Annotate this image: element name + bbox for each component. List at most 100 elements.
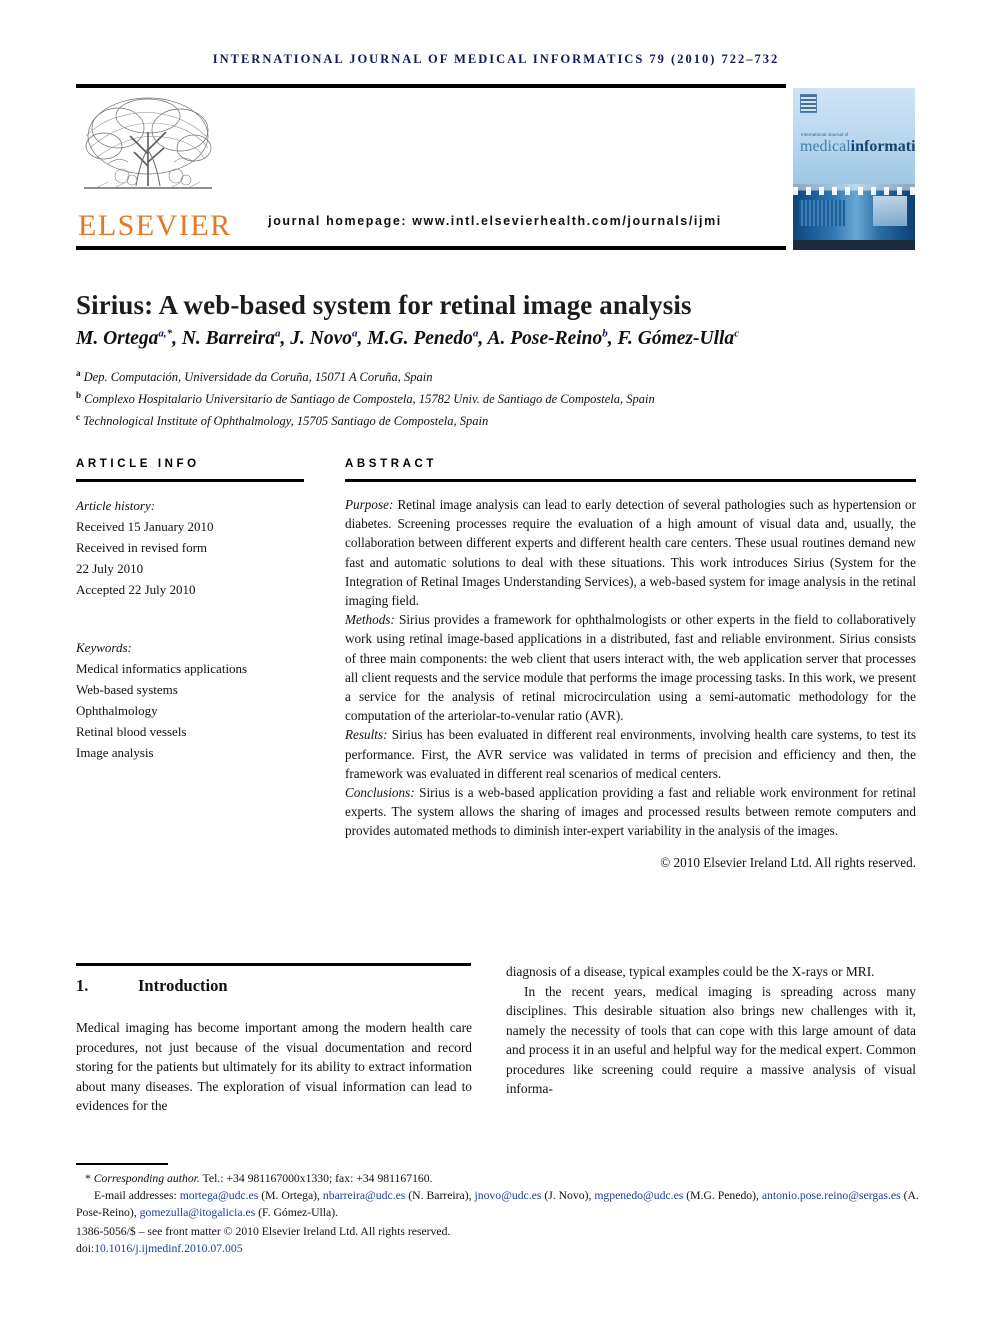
cover-light-strip [793,187,915,195]
body-column-right: diagnosis of a disease, typical examples… [506,962,916,1099]
cover-title: medicalinformatics [800,139,915,155]
affiliation-text: Technological Institute of Ophthalmology… [83,413,489,428]
masthead-top-rule [76,84,786,88]
email-link[interactable]: antonio.pose.reino@sergas.es [762,1189,901,1202]
article-history-item: Accepted 22 July 2010 [76,582,196,598]
masthead-bottom-rule [76,246,786,250]
email-link[interactable]: jnovo@udc.es [474,1189,541,1202]
corresponding-author-contact: Tel.: +34 981167000x1330; fax: +34 98116… [199,1172,433,1185]
affiliation-item: a Dep. Computación, Universidade da Coru… [76,366,926,388]
keyword-item: Image analysis [76,745,154,761]
abstract-purpose-text: Retinal image analysis can lead to early… [345,497,916,609]
affiliation-mark: b [76,389,82,400]
email-link[interactable]: gomezulla@itogalicia.es [140,1206,256,1219]
keywords-label: Keywords: [76,640,132,656]
cover-footer-band [793,240,915,250]
abstract-column: ABSTRACT Purpose: Retinal image analysis… [345,458,916,871]
abstract-purpose-label: Purpose: [345,497,394,512]
author-name: M.G. Penedo [367,328,473,349]
email-owner: (M. Ortega), [258,1189,323,1203]
author-affiliation-mark: c [734,327,740,340]
email-link[interactable]: mgpenedo@udc.es [594,1189,683,1202]
elsevier-tree-icon [78,92,218,210]
corresponding-author-label: Corresponding author. [93,1172,200,1185]
abstract-results-label: Results: [345,727,388,743]
author-name: M. Ortega [76,328,159,349]
section-number: 1. [76,976,89,995]
abstract-purpose: Purpose: Retinal image analysis can lead… [345,495,916,610]
journal-cover-thumbnail: International Journal of medicalinformat… [793,88,915,250]
doi-line: doi:10.1016/j.ijmedinf.2010.07.005 [76,1240,921,1257]
author-list: M. Ortegaa,*, N. Barreiraa, J. Novoa, M.… [76,327,740,350]
abstract-methods-text: Sirius provides a framework for ophthalm… [345,612,916,724]
journal-homepage-link[interactable]: journal homepage: www.intl.elsevierhealt… [215,214,775,228]
abstract-rule [345,479,916,482]
email-link[interactable]: nbarreira@udc.es [323,1189,405,1202]
article-history-item: Received 15 January 2010 [76,519,214,535]
author-name: J. Novo [290,328,353,349]
abstract-methods-label: Methods: [345,612,395,628]
email-addresses-note: E-mail addresses: mortega@udc.es (M. Ort… [76,1187,921,1221]
author-name: N. Barreira [181,328,276,349]
author-affiliation-mark: a [275,327,281,340]
abstract-heading: ABSTRACT [345,458,438,470]
email-owner: (F. Gómez-Ulla). [255,1206,339,1220]
page-title: Sirius: A web-based system for retinal i… [76,290,692,321]
keyword-item: Medical informatics applications [76,661,248,677]
author-affiliation-mark: a [352,327,358,340]
article-history: Article history: Received 15 January 201… [76,495,304,600]
keyword-item: Retinal blood vessels [76,724,187,740]
author-name: F. Gómez-Ulla [617,328,735,349]
cover-title-part1: medical [800,138,851,155]
email-link[interactable]: mortega@udc.es [180,1189,259,1202]
email-owner: (M.G. Penedo), [683,1189,762,1203]
abstract-conclusions-label: Conclusions: [345,785,415,801]
footnote-rule [76,1163,168,1165]
author-affiliation-mark: b [602,327,608,340]
issn-frontmatter-line: 1386-5056/$ – see front matter © 2010 El… [76,1224,451,1238]
article-info-rule [76,479,304,482]
author-name: A. Pose-Reino [487,328,603,349]
email-owner: (J. Novo), [541,1189,595,1203]
affiliation-item: b Complexo Hospitalario Universitario de… [76,388,926,410]
elsevier-wordmark: ELSEVIER [78,209,232,242]
cover-publisher-logo-icon [800,94,817,113]
abstract-copyright: © 2010 Elsevier Ireland Ltd. All rights … [660,854,916,870]
paper-page: International Journal of Medical Informa… [0,0,992,1323]
journal-masthead-title: International Journal of Medical Informa… [212,52,780,66]
cover-title-part2: informatics [850,138,915,155]
cover-kicker: International Journal of [801,132,849,137]
keyword-item: Web-based systems [76,682,178,698]
email-owner: (N. Barreira), [405,1189,475,1203]
article-info-heading: ARTICLE INFO [76,458,200,470]
body-paragraph: In the recent years, medical imaging is … [506,983,916,1097]
corresponding-author-note: * Corresponding author. Tel.: +34 981167… [85,1172,433,1185]
body-paragraph: diagnosis of a disease, typical examples… [506,964,875,979]
introduction-heading: 1. Introduction [76,976,476,996]
affiliation-text: Dep. Computación, Universidade da Coruña… [83,370,433,385]
doi-label: doi: [76,1241,95,1255]
affiliation-list: a Dep. Computación, Universidade da Coru… [76,366,926,432]
abstract-results: Results: Sirius has been evaluated in di… [345,725,916,783]
article-history-label: Article history: [76,498,156,513]
keywords-block: Keywords: Medical informatics applicatio… [76,637,304,763]
abstract-results-text: Sirius has been evaluated in different r… [345,727,916,781]
section-title: Introduction [138,976,228,995]
body-column-left: Medical imaging has become important amo… [76,1020,472,1114]
affiliation-mark: a [76,368,81,378]
affiliation-mark: c [76,411,80,422]
doi-value[interactable]: 10.1016/j.ijmedinf.2010.07.005 [94,1242,242,1255]
abstract-conclusions: Conclusions: Sirius is a web-based appli… [345,783,916,841]
email-addresses-label: E-mail addresses: [94,1189,177,1203]
abstract-conclusions-text: Sirius is a web-based application provid… [345,785,916,839]
affiliation-item: c Technological Institute of Ophthalmolo… [76,410,926,432]
article-history-item: 22 July 2010 [76,561,144,577]
author-affiliation-mark: a [472,327,479,340]
introduction-rule [76,963,471,966]
abstract-methods: Methods: Sirius provides a framework for… [345,610,916,725]
keyword-item: Ophthalmology [76,703,158,719]
author-affiliation-mark: a,* [158,327,173,340]
affiliation-text: Complexo Hospitalario Universitario de S… [84,392,655,407]
article-info-column: ARTICLE INFO Article history: Received 1… [76,458,304,764]
elsevier-logo: ELSEVIER [78,92,232,242]
